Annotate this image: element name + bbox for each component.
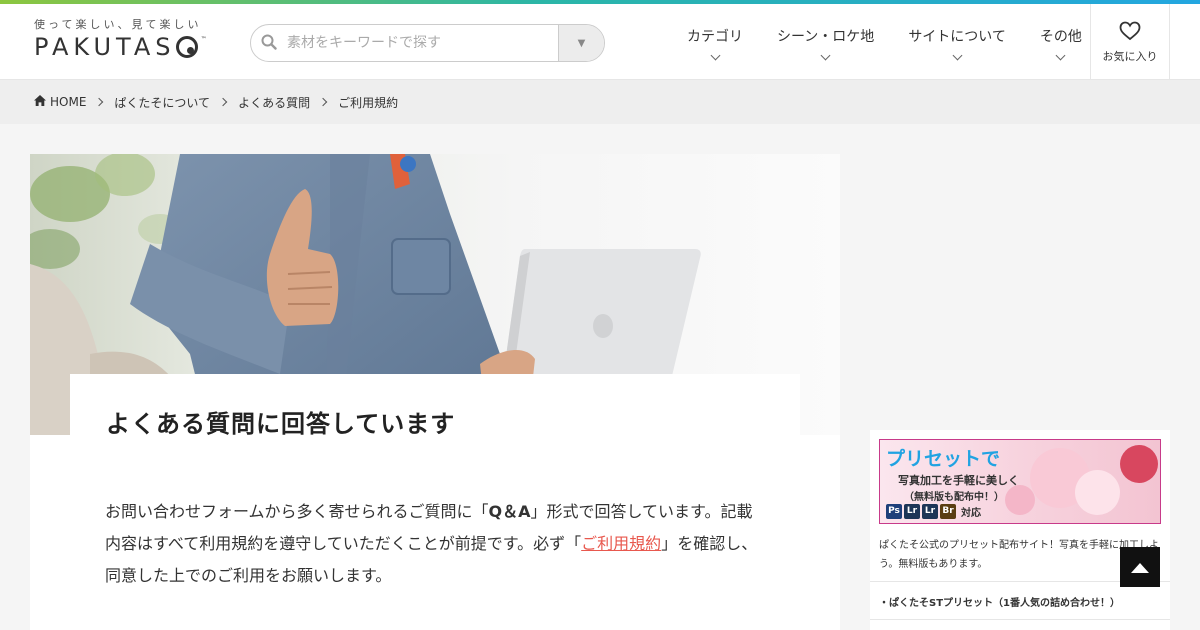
banner-decoration xyxy=(1005,485,1035,515)
breadcrumb-home-label: HOME xyxy=(50,95,87,109)
bridge-badge: Br xyxy=(940,504,956,519)
chevron-down-icon xyxy=(1055,50,1066,60)
photoshop-badge: Ps xyxy=(886,504,902,519)
back-to-top-button[interactable] xyxy=(1120,547,1160,587)
logo-tm: ™ xyxy=(200,36,207,43)
banner-decoration xyxy=(1075,470,1120,515)
heart-icon xyxy=(1119,21,1141,48)
chevron-down-icon xyxy=(820,50,831,60)
breadcrumb-item[interactable]: よくある質問 xyxy=(238,94,310,111)
breadcrumb-home[interactable]: HOME xyxy=(34,95,86,109)
arrow-up-icon xyxy=(1131,558,1149,577)
site-logo[interactable]: 使って楽しい、見て楽しい PAKUTAS ™ xyxy=(34,18,229,68)
caret-down-icon: ▼ xyxy=(577,37,586,49)
nav-item-other[interactable]: その他 xyxy=(1023,4,1099,80)
chevron-right-icon xyxy=(218,97,228,107)
lightroom-classic-badge: Lr xyxy=(922,504,938,519)
breadcrumb-current: ご利用規約 xyxy=(338,95,399,110)
logo-o-mark xyxy=(176,36,199,58)
logo-wordmark: PAKUTAS ™ xyxy=(34,34,229,60)
breadcrumb-item[interactable]: ぱくたそについて xyxy=(114,94,210,111)
sidebar-widget: プリセットで 写真加工を手軽に美しく （無料版も配布中！） Ps Lr Lr B… xyxy=(870,430,1170,630)
chevron-right-icon xyxy=(318,97,328,107)
nav-item-label: その他 xyxy=(1039,28,1082,45)
preset-banner[interactable]: プリセットで 写真加工を手軽に美しく （無料版も配布中！） Ps Lr Lr B… xyxy=(879,439,1161,524)
nav-item-about-site[interactable]: サイトについて xyxy=(891,4,1023,80)
search-bar: ▼ xyxy=(250,24,605,62)
favorites-button[interactable]: お気に入り xyxy=(1090,4,1170,80)
page-title-box: よくある質問に回答しています xyxy=(70,374,800,454)
intro-text-1: お問い合わせフォームから多く寄せられるご質問に「 xyxy=(105,502,489,521)
nav-item-scene-location[interactable]: シーン・ロケ地 xyxy=(760,4,891,80)
nav-item-label: カテゴリ xyxy=(687,28,743,45)
page-title: よくある質問に回答しています xyxy=(106,410,456,438)
nav-item-category[interactable]: カテゴリ xyxy=(670,4,760,80)
logo-text: PAKUTAS xyxy=(34,33,176,61)
chevron-down-icon xyxy=(710,50,720,60)
banner-headline: プリセットで xyxy=(886,448,1001,470)
lightroom-badge: Lr xyxy=(904,504,920,519)
app-badges: Ps Lr Lr Br 対応 xyxy=(886,504,981,519)
site-header: 使って楽しい、見て楽しい PAKUTAS ™ ▼ カテゴリ シーン・ロケ地 サイ… xyxy=(0,4,1200,80)
banner-decoration xyxy=(1120,445,1158,483)
chevron-down-icon xyxy=(952,50,963,60)
breadcrumb: HOME ぱくたそについて よくある質問 ご利用規約 xyxy=(0,80,1200,124)
search-icon[interactable] xyxy=(261,34,279,52)
banner-line1: 写真加工を手軽に美しく xyxy=(898,474,1019,487)
divider xyxy=(870,619,1170,620)
banner-line2: （無料版も配布中！） xyxy=(904,492,1004,503)
terms-link[interactable]: ご利用規約 xyxy=(581,534,661,553)
sidebar-link-st-preset[interactable]: ・ぱくたそSTプリセット（1番人気の詰め合わせ！） xyxy=(879,594,1120,609)
favorites-label: お気に入り xyxy=(1102,49,1158,63)
search-category-dropdown[interactable]: ▼ xyxy=(558,25,604,61)
logo-tagline: 使って楽しい、見て楽しい xyxy=(34,18,202,31)
badges-suffix: 対応 xyxy=(961,508,981,519)
sidebar-description: ぱくたそ公式のプリセット配布サイト！写真を手軽に加工しよう。無料版もあります。 xyxy=(879,540,1159,570)
home-icon xyxy=(34,95,50,109)
main-nav: カテゴリ シーン・ロケ地 サイトについて その他 xyxy=(670,4,1099,80)
search-input[interactable] xyxy=(287,25,557,61)
intro-qa: Q＆A xyxy=(488,502,531,521)
intro-paragraph: お問い合わせフォームから多く寄せられるご質問に「Q＆A」形式で回答しています。記… xyxy=(105,496,765,592)
nav-item-label: シーン・ロケ地 xyxy=(777,28,875,45)
chevron-right-icon xyxy=(95,97,104,107)
nav-item-label: サイトについて xyxy=(908,28,1006,45)
